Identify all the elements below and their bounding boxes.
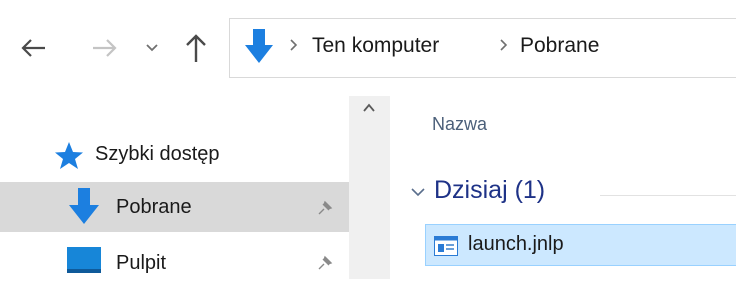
pin-icon[interactable] bbox=[316, 199, 334, 217]
arrow-right-icon bbox=[93, 39, 117, 57]
chevron-right-icon bbox=[287, 35, 301, 55]
file-row[interactable]: launch.jnlp bbox=[425, 224, 736, 266]
address-toolbar: Ten komputer Pobrane bbox=[0, 0, 736, 96]
breadcrumb-this-pc[interactable]: Ten komputer bbox=[312, 34, 439, 58]
recent-locations-button[interactable] bbox=[143, 38, 161, 56]
column-header-name[interactable]: Nazwa bbox=[432, 114, 487, 135]
nav-item-label: Szybki dostęp bbox=[95, 143, 220, 165]
chevron-down-icon bbox=[146, 44, 158, 52]
nav-item-quick-access[interactable]: Szybki dostęp bbox=[0, 129, 349, 179]
breadcrumb-downloads[interactable]: Pobrane bbox=[520, 34, 599, 58]
nav-item-label: Pobrane bbox=[116, 196, 192, 218]
address-bar[interactable]: Ten komputer Pobrane bbox=[229, 18, 736, 78]
jnlp-file-icon bbox=[434, 236, 458, 256]
downloads-arrow-icon bbox=[244, 28, 274, 64]
chevron-right-icon bbox=[497, 35, 511, 55]
navigation-pane: Szybki dostęp Pobrane Pulpit bbox=[0, 96, 390, 279]
desktop-folder-icon bbox=[67, 245, 101, 279]
chevron-down-icon[interactable] bbox=[410, 186, 426, 198]
back-button[interactable] bbox=[18, 33, 48, 63]
nav-item-downloads[interactable]: Pobrane bbox=[0, 182, 349, 232]
nav-item-desktop[interactable]: Pulpit bbox=[0, 232, 349, 282]
group-label: Dzisiaj (1) bbox=[434, 176, 546, 204]
group-header-today[interactable]: Dzisiaj (1) bbox=[410, 174, 736, 214]
file-name: launch.jnlp bbox=[468, 233, 564, 255]
up-button[interactable] bbox=[181, 30, 211, 64]
group-divider bbox=[600, 195, 736, 196]
arrow-left-icon bbox=[21, 39, 45, 57]
scroll-up-icon[interactable] bbox=[362, 102, 376, 114]
arrow-up-icon bbox=[186, 34, 206, 62]
forward-button[interactable] bbox=[90, 33, 120, 63]
downloads-arrow-icon bbox=[67, 187, 101, 224]
file-list-pane: Nazwa Dzisiaj (1) launch.jnlp bbox=[390, 96, 736, 279]
pin-icon[interactable] bbox=[316, 254, 334, 272]
star-icon bbox=[52, 139, 86, 173]
nav-scrollbar[interactable] bbox=[349, 96, 390, 279]
nav-item-label: Pulpit bbox=[116, 252, 167, 274]
